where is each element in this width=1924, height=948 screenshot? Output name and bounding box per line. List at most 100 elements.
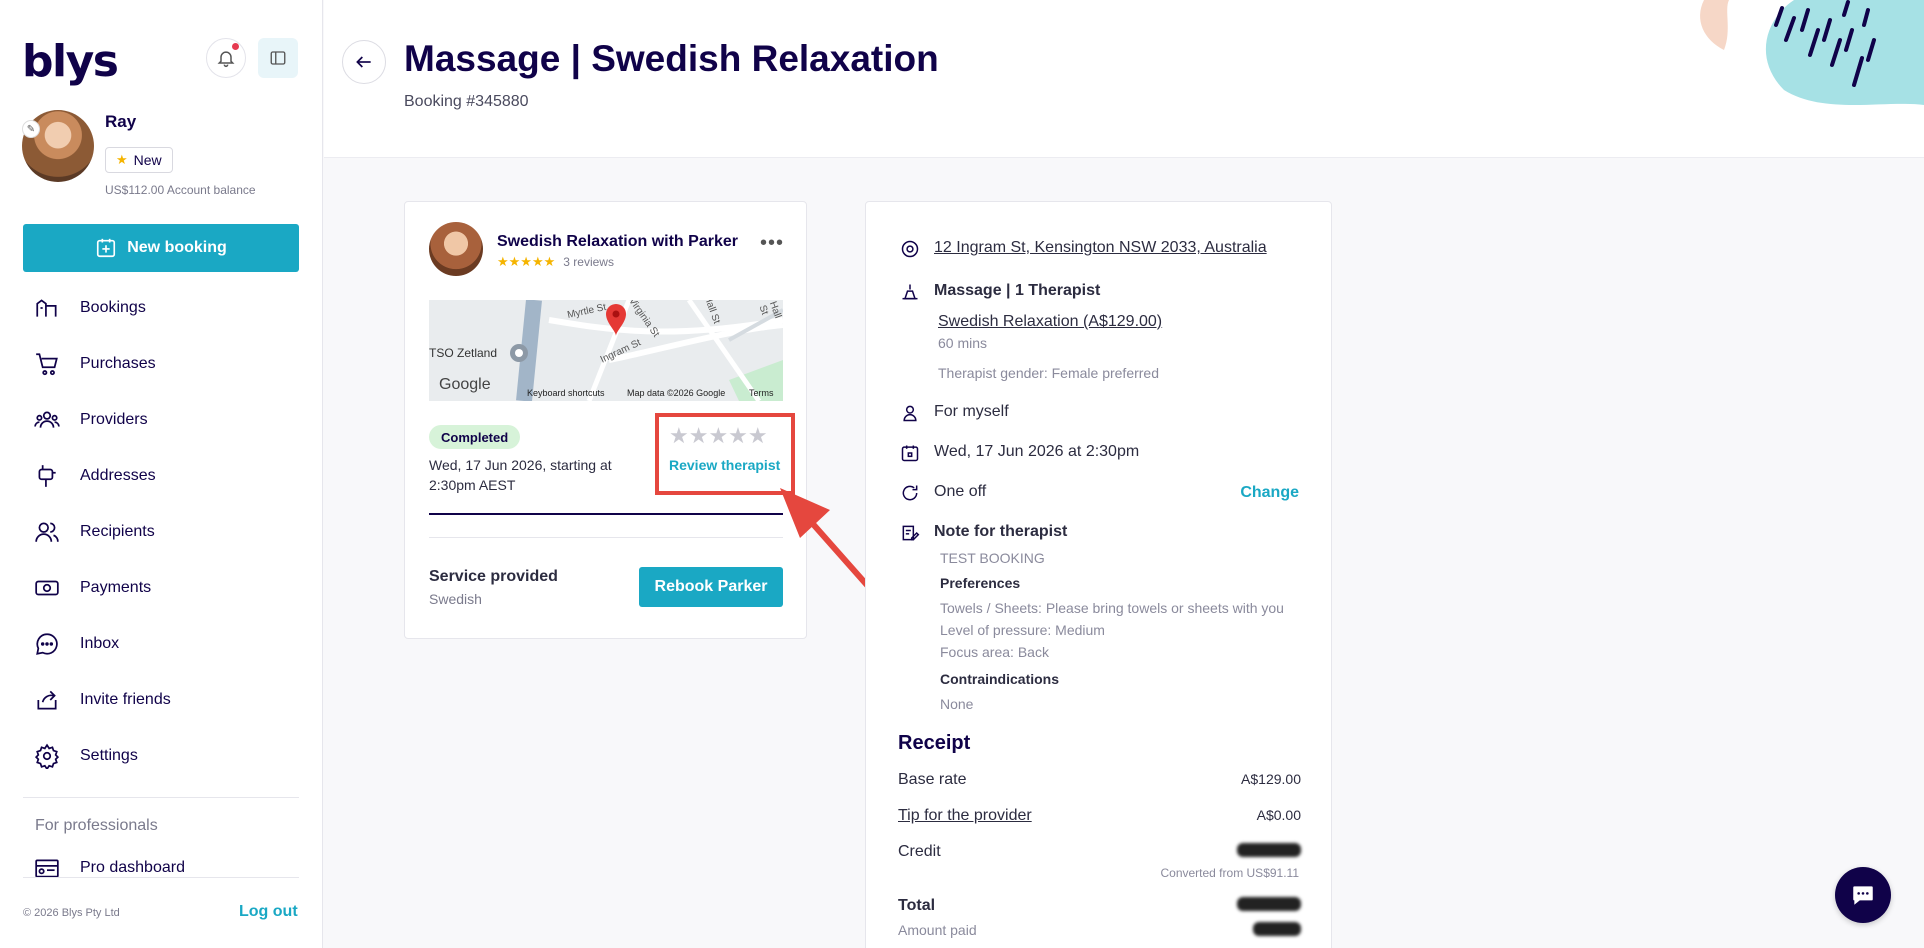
recipients-icon (35, 522, 59, 542)
amount-paid-row: Amount paid (898, 922, 1301, 938)
therapist-avatar[interactable] (429, 222, 483, 276)
back-button[interactable] (342, 40, 386, 84)
booking-details-card: 12 Ingram St, Kensington NSW 2033, Austr… (865, 201, 1332, 948)
recipient-value: For myself (934, 403, 1009, 420)
frequency-value: One off (934, 483, 987, 500)
preference-item: Focus area: Back (940, 644, 1049, 660)
address-link[interactable]: 12 Ingram St, Kensington NSW 2033, Austr… (934, 239, 1267, 257)
redacted-value (1237, 897, 1301, 911)
sidebar-item-label: Pro dashboard (80, 859, 185, 876)
sidebar-item-label: Providers (80, 411, 148, 428)
service-heading: Massage | 1 Therapist (934, 282, 1101, 299)
map-place-label: TSO Zetland (429, 346, 498, 360)
tip-row: Tip for the provider A$0.00 (898, 807, 1301, 825)
bell-icon (217, 51, 235, 68)
sidebar-item-label: Purchases (80, 355, 156, 372)
sidebar-item-label: Bookings (80, 299, 146, 316)
total-label: Total (898, 897, 936, 914)
sidebar-item-label: Addresses (80, 467, 156, 484)
sidebar-item-bookings[interactable]: Bookings (0, 280, 323, 336)
redacted-value (1253, 922, 1301, 936)
user-name: Ray (105, 112, 137, 131)
mailbox-icon (38, 465, 56, 487)
sidebar-item-invite-friends[interactable]: Invite friends (0, 672, 323, 728)
sidebar: blys ✎ Ray ★ New US$112.00 Account balan… (0, 0, 323, 948)
sidebar-item-settings[interactable]: Settings (0, 728, 323, 784)
providers-icon (34, 411, 60, 428)
section-label: For professionals (35, 817, 158, 834)
location-map[interactable]: Myrtle St Virginia St Ingram St TSO Zetl… (429, 300, 783, 401)
google-logo: Google (439, 376, 491, 393)
booking-card-title: Swedish Relaxation with Parker (497, 233, 738, 250)
sidebar-item-label: Inbox (80, 635, 120, 652)
rating-stars: ★★★★★ (497, 254, 556, 269)
sidebar-item-label: Recipients (80, 523, 155, 540)
credit-row: Credit (898, 843, 1301, 861)
booking-number: Booking #345880 (404, 93, 529, 110)
redacted-value (1237, 843, 1301, 857)
new-booking-label: New booking (127, 239, 227, 256)
sidebar-nav: Bookings Purchases Providers Addresses R… (0, 280, 323, 784)
review-therapist-link[interactable]: Review therapist (669, 457, 780, 473)
sidebar-item-label: Invite friends (80, 691, 171, 708)
map-terms-link[interactable]: Terms (749, 388, 774, 398)
divider (23, 797, 299, 798)
sidebar-item-inbox[interactable]: Inbox (0, 616, 323, 672)
note-heading: Note for therapist (934, 523, 1068, 540)
service-provided-value: Swedish (429, 591, 482, 607)
base-rate-row: Base rate A$129.00 (898, 771, 1301, 789)
credit-label: Credit (898, 843, 941, 860)
change-frequency-link[interactable]: Change (1240, 484, 1299, 502)
chat-support-button[interactable] (1835, 867, 1891, 923)
blys-logo[interactable]: blys (22, 36, 119, 87)
gear-icon (34, 743, 60, 769)
note-row: Note for therapist (900, 523, 1067, 543)
base-rate-value: A$129.00 (1241, 771, 1301, 787)
arrow-left-icon (356, 56, 371, 68)
refresh-icon (902, 485, 918, 501)
converted-note: Converted from US$91.11 (1160, 866, 1299, 880)
progress-bar (429, 513, 783, 515)
sidebar-item-recipients[interactable]: Recipients (0, 504, 323, 560)
copyright: © 2026 Blys Pty Ltd (23, 907, 120, 919)
location-pin-icon (901, 240, 919, 258)
date-row: Wed, 17 Jun 2026 at 2:30pm (900, 443, 1139, 463)
amount-paid-label: Amount paid (898, 922, 977, 938)
chat-icon (1853, 886, 1873, 905)
logout-link[interactable]: Log out (239, 903, 298, 921)
sidebar-panel-icon (270, 51, 286, 65)
sidebar-item-addresses[interactable]: Addresses (0, 448, 323, 504)
divider (429, 537, 783, 538)
keyboard-shortcuts-link[interactable]: Keyboard shortcuts (527, 388, 605, 398)
sidebar-item-providers[interactable]: Providers (0, 392, 323, 448)
edit-avatar-icon[interactable]: ✎ (22, 120, 40, 138)
decorative-illustration (1700, 0, 1924, 105)
rating-input-stars[interactable]: ★★★★★ (669, 423, 768, 449)
booking-summary-card: Swedish Relaxation with Parker ★★★★★ 3 r… (404, 201, 807, 639)
notification-dot (232, 43, 239, 50)
therapist-rating: ★★★★★ 3 reviews (497, 254, 614, 270)
more-options-icon[interactable]: ••• (760, 232, 784, 255)
sidebar-item-purchases[interactable]: Purchases (0, 336, 323, 392)
notifications-button[interactable] (206, 38, 246, 78)
badge-label: New (133, 152, 162, 168)
service-duration: 60 mins (938, 335, 988, 351)
sidebar-item-label: Payments (80, 579, 152, 596)
sidebar-toggle-button[interactable] (258, 38, 298, 78)
tip-link[interactable]: Tip for the provider (898, 807, 1032, 825)
status-badge: Completed (429, 425, 521, 449)
note-text: TEST BOOKING (940, 550, 1045, 566)
booking-datetime: Wed, 17 Jun 2026 at 2:30pm (934, 443, 1140, 460)
review-count[interactable]: 3 reviews (563, 255, 614, 269)
sidebar-item-payments[interactable]: Payments (0, 560, 323, 616)
service-link[interactable]: Swedish Relaxation (A$129.00) (938, 313, 1162, 331)
preference-item: Towels / Sheets: Please bring towels or … (940, 600, 1284, 616)
map-data-attribution: Map data ©2026 Google (627, 388, 726, 398)
new-booking-button[interactable]: New booking (23, 224, 299, 272)
service-row: Massage | 1 Therapist (900, 282, 1100, 302)
note-edit-icon (902, 525, 920, 541)
service-provided-label: Service provided (429, 568, 558, 585)
star-icon: ★ (116, 152, 128, 167)
calendar-plus-icon (97, 238, 116, 258)
person-icon (903, 405, 917, 422)
